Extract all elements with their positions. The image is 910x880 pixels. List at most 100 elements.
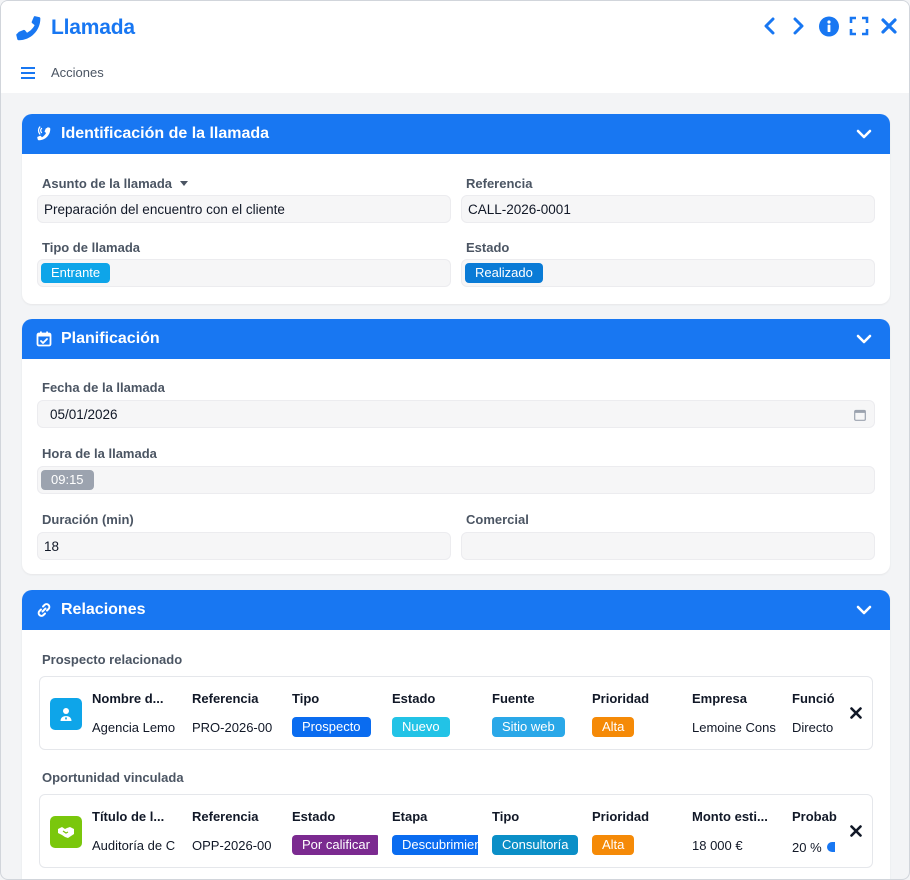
prospecto-header-referencia: Referencia: [192, 691, 259, 706]
prospecto-header-tipo: Tipo: [292, 691, 320, 706]
oportunidad-referencia-text: OPP-2026-00: [192, 837, 272, 853]
chevron-down-icon[interactable]: [856, 332, 872, 346]
hamburger-menu-icon: [21, 66, 35, 79]
prospecto-remove-button[interactable]: [848, 705, 864, 721]
user-tie-icon: [60, 708, 72, 721]
prospecto-section-label: Prospecto relacionado: [42, 652, 183, 667]
referencia-field[interactable]: CALL-2026-0001: [461, 195, 875, 223]
oportunidad-tipo-badge: Consultoría: [492, 835, 578, 855]
panel-planificacion-title: Planificación: [61, 330, 160, 347]
hora-badge: 09:15: [41, 470, 94, 490]
prospecto-header-nombre: Nombre d...: [92, 691, 164, 706]
prospecto-estado: Nuevo: [392, 717, 478, 737]
previous-button[interactable]: [759, 15, 779, 37]
prospecto-header-estado: Estado: [392, 691, 436, 706]
expand-icon: [849, 16, 869, 36]
prospecto-prioridad: Alta: [592, 717, 678, 737]
oportunidad-titulo-text: Auditoría de C: [92, 837, 176, 853]
oportunidad-remove-button[interactable]: [848, 823, 864, 839]
hora-label: Hora de la llamada: [42, 446, 157, 461]
oportunidad-tipo: Consultoría: [492, 835, 578, 855]
prospecto-header-prioridad: Prioridad: [592, 691, 650, 706]
oportunidad-etapa: Descubrimiento: [392, 835, 478, 855]
oportunidad-card[interactable]: Título de l... Referencia Estado Etapa T…: [39, 794, 873, 868]
oportunidad-probabilidad: 20 %: [792, 837, 838, 857]
tipo-llamada-field[interactable]: Entrante: [37, 259, 451, 287]
panel-planificacion-header[interactable]: Planificación: [22, 319, 890, 359]
fullscreen-button[interactable]: [849, 15, 869, 37]
oportunidad-header-probabilidad: Probab: [792, 809, 837, 824]
duracion-value: 18: [44, 538, 60, 554]
estado-badge: Realizado: [465, 263, 543, 283]
prospecto-tipo-badge: Prospecto: [292, 717, 371, 737]
hora-field[interactable]: 09:15: [37, 466, 875, 494]
prospecto-card[interactable]: Nombre d... Referencia Tipo Estado Fuent…: [39, 676, 873, 750]
link-icon: [37, 603, 51, 617]
estado-field[interactable]: Realizado: [461, 259, 875, 287]
next-button[interactable]: [789, 15, 809, 37]
prospecto-funcion: Directo: [792, 717, 838, 737]
referencia-label: Referencia: [466, 176, 533, 191]
panel-relaciones: Relaciones Prospecto relacionado Nombre …: [22, 590, 890, 879]
handshake-icon: [58, 827, 74, 838]
oportunidad-estado: Por calificar: [292, 835, 378, 855]
probabilidad-progress-bar: [826, 842, 835, 852]
prospecto-fuente-badge: Sitio web: [492, 717, 565, 737]
panel-identificacion-header[interactable]: Identificación de la llamada: [22, 114, 890, 154]
info-icon: [819, 16, 839, 36]
prospecto-estado-badge: Nuevo: [392, 717, 450, 737]
oportunidad-estado-badge: Por calificar: [292, 835, 378, 855]
phone-volume-icon: [37, 126, 51, 141]
comercial-field[interactable]: [461, 532, 875, 560]
phone-icon: [16, 16, 41, 41]
oportunidad-header-prioridad: Prioridad: [592, 809, 650, 824]
referencia-value: CALL-2026-0001: [468, 201, 571, 217]
fecha-label: Fecha de la llamada: [42, 380, 165, 395]
chevron-down-icon[interactable]: [856, 603, 872, 617]
chevron-down-icon[interactable]: [856, 127, 872, 141]
close-icon: [881, 18, 897, 34]
oportunidad-header-referencia: Referencia: [192, 809, 259, 824]
prospecto-nombre-text: Agencia Lemo: [92, 719, 176, 735]
prospecto-nombre: Agencia Lemo: [92, 717, 178, 737]
oportunidad-header-tipo: Tipo: [492, 809, 520, 824]
panel-relaciones-title: Relaciones: [61, 601, 146, 618]
duracion-field[interactable]: 18: [37, 532, 451, 560]
actions-menu-button[interactable]: Acciones: [21, 65, 104, 80]
oportunidad-header-titulo: Título de l...: [92, 809, 165, 824]
comercial-label: Comercial: [466, 512, 529, 527]
oportunidad-monto: 18 000 €: [692, 835, 778, 855]
oportunidad-titulo: Auditoría de C: [92, 835, 178, 855]
calendar-icon[interactable]: [854, 409, 866, 421]
prospecto-tipo: Prospecto: [292, 717, 378, 737]
oportunidad-header-estado: Estado: [292, 809, 336, 824]
oportunidad-prioridad-badge: Alta: [592, 835, 635, 855]
prospecto-referencia-text: PRO-2026-00: [192, 719, 273, 735]
prospecto-header-empresa: Empresa: [692, 691, 747, 706]
estado-label: Estado: [466, 240, 510, 255]
tipo-llamada-badge: Entrante: [41, 263, 111, 283]
asunto-field[interactable]: Preparación del encuentro con el cliente: [37, 195, 451, 223]
prospecto-referencia: PRO-2026-00: [192, 717, 278, 737]
window-controls: [759, 15, 899, 37]
prospecto-empresa: Lemoine Cons: [692, 717, 778, 737]
panel-planificacion: Planificación Fecha de la llamada 05/01/…: [22, 319, 890, 574]
asunto-label-row[interactable]: Asunto de la llamada: [42, 176, 189, 191]
close-button[interactable]: [879, 15, 899, 37]
info-button[interactable]: [819, 15, 839, 37]
close-icon: [850, 825, 862, 837]
call-record-window: Llamada Acciones Identificación de la ll…: [0, 0, 910, 880]
prospecto-fuente: Sitio web: [492, 717, 578, 737]
title-row: Llamada: [15, 13, 135, 43]
tipo-llamada-label: Tipo de llamada: [42, 240, 141, 255]
panel-identificacion-title: Identificación de la llamada: [61, 125, 270, 142]
asunto-value: Preparación del encuentro con el cliente: [44, 201, 285, 217]
panel-relaciones-header[interactable]: Relaciones: [22, 590, 890, 630]
fecha-field[interactable]: 05/01/2026: [37, 400, 875, 428]
prospecto-prioridad-badge: Alta: [592, 717, 635, 737]
duracion-label: Duración (min): [42, 512, 134, 527]
asunto-label: Asunto de la llamada: [42, 176, 173, 191]
oportunidad-header-monto: Monto esti...: [692, 809, 768, 824]
oportunidad-avatar: [50, 816, 82, 848]
prospecto-header-funcion: Funció: [792, 691, 835, 706]
